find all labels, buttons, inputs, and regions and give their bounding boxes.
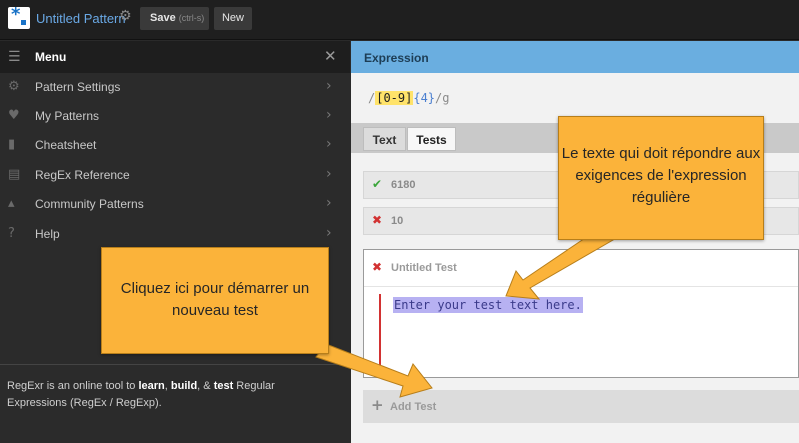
test-name[interactable]: Untitled Test	[391, 262, 457, 274]
sidebar: ☰ Menu ✕ ⚙ Pattern Settings › ♥ My Patte…	[0, 41, 350, 443]
about-text-pre: RegExr is an online tool to	[7, 380, 139, 392]
chevron-right-icon: ›	[326, 195, 332, 211]
about-text: RegExr is an online tool to learn, build…	[7, 378, 337, 412]
about-learn: learn	[138, 380, 165, 392]
asterisk-icon: *	[11, 4, 21, 25]
about-sep-2: , &	[197, 380, 214, 392]
sidebar-item-cheatsheet[interactable]: ▮ Cheatsheet ›	[0, 131, 350, 160]
sidebar-item-label: Cheatsheet	[35, 138, 97, 152]
add-test-button[interactable]: + Add Test	[363, 390, 799, 423]
about-build: build	[170, 380, 198, 392]
tab-text[interactable]: Text	[363, 127, 406, 151]
sidebar-item-regex-reference[interactable]: ▤ RegEx Reference ›	[0, 161, 350, 190]
annotation-test-text: Le texte qui doit répondre aux exigences…	[558, 116, 764, 240]
sidebar-divider	[0, 364, 350, 365]
test-text-input[interactable]: Enter your test text here.	[393, 297, 583, 313]
check-icon: ✔	[372, 177, 383, 191]
fail-indicator-bar	[379, 294, 381, 369]
main-panel: Expression /[0-9]{4}/g Text Tests ✔ 6180…	[351, 41, 799, 443]
cross-icon: ✖	[372, 213, 383, 227]
divider	[364, 286, 798, 287]
cross-icon: ✖	[372, 260, 383, 274]
test-value: 6180	[391, 179, 416, 191]
logo-dot	[21, 20, 26, 25]
menu-header: ☰ Menu ✕	[0, 41, 350, 73]
chevron-right-icon: ›	[326, 78, 332, 94]
tab-tests[interactable]: Tests	[407, 127, 456, 151]
save-shortcut-hint: (ctrl-s)	[178, 13, 205, 23]
annotation-add-test: Cliquez ici pour démarrer un nouveau tes…	[101, 247, 329, 354]
gear-icon[interactable]: ⚙	[119, 8, 132, 24]
sidebar-item-pattern-settings[interactable]: ⚙ Pattern Settings ›	[0, 73, 350, 102]
community-icon: ▴	[8, 196, 15, 211]
list-icon: ☰	[8, 49, 21, 65]
sidebar-item-my-patterns[interactable]: ♥ My Patterns ›	[0, 102, 350, 131]
book-icon: ▮	[8, 137, 16, 152]
save-button-label: Save	[150, 12, 176, 24]
expression-input[interactable]: /[0-9]{4}/g	[368, 91, 450, 105]
sidebar-item-help[interactable]: ? Help ›	[0, 220, 350, 249]
new-button[interactable]: New	[214, 7, 252, 30]
expression-header: Expression	[351, 41, 799, 73]
sidebar-item-label: Community Patterns	[35, 197, 144, 211]
close-icon[interactable]: ✕	[324, 47, 337, 65]
top-bar: * Untitled Pattern ⚙ Save (ctrl-s) New	[0, 0, 799, 40]
chevron-right-icon: ›	[326, 107, 332, 123]
plus-icon: +	[371, 396, 384, 414]
sidebar-item-label: Pattern Settings	[35, 80, 121, 94]
expression-title: Expression	[364, 51, 429, 65]
help-icon: ?	[8, 226, 15, 241]
regexr-logo: *	[8, 4, 30, 29]
regex-character-class: [0-9]	[375, 91, 414, 105]
active-test-editor[interactable]: ✖ Untitled Test Enter your test text her…	[363, 249, 799, 378]
sidebar-item-label: RegEx Reference	[35, 168, 130, 182]
add-test-label: Add Test	[390, 401, 437, 413]
sidebar-item-community-patterns[interactable]: ▴ Community Patterns ›	[0, 190, 350, 219]
document-icon: ▤	[8, 167, 21, 182]
chevron-right-icon: ›	[326, 225, 332, 241]
about-test: test	[213, 380, 234, 392]
save-button[interactable]: Save (ctrl-s)	[140, 7, 209, 30]
regex-flags[interactable]: g	[442, 91, 449, 105]
gear-icon: ⚙	[8, 79, 20, 94]
sidebar-item-label: Help	[35, 227, 60, 241]
regex-quantifier: {4}	[413, 91, 436, 105]
chevron-right-icon: ›	[326, 136, 332, 152]
test-value: 10	[391, 215, 404, 227]
chevron-right-icon: ›	[326, 166, 332, 182]
sidebar-item-label: My Patterns	[35, 109, 100, 123]
heart-icon: ♥	[8, 108, 20, 123]
menu-title: Menu	[35, 50, 67, 64]
pattern-title[interactable]: Untitled Pattern	[36, 11, 126, 26]
